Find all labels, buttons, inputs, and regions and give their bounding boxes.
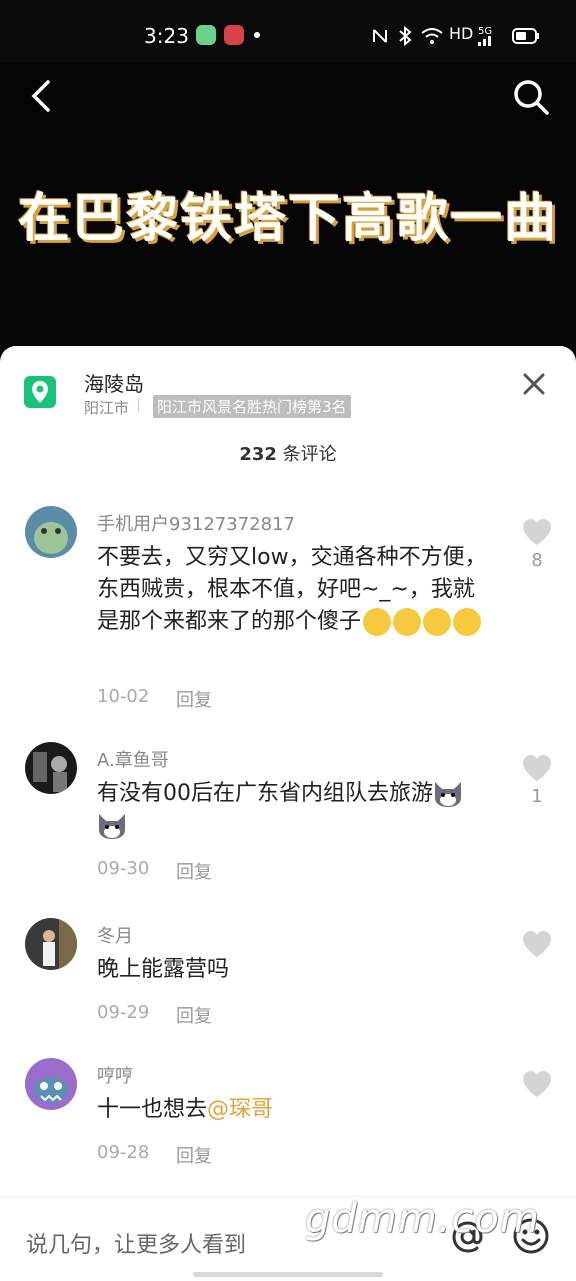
location-divider [138, 398, 139, 412]
laughing-emoji-icon [393, 608, 422, 636]
nfc-icon [373, 29, 387, 43]
close-icon[interactable] [522, 372, 546, 396]
comment-count: 232 条评论 [0, 440, 576, 466]
more-notifications-icon [254, 32, 260, 38]
comment-date: 09-28 [97, 1142, 150, 1163]
husky-emoji-icon [435, 782, 461, 807]
avatar[interactable] [25, 1058, 77, 1110]
comment-item: 手机用户93127372817 不要去，又穷又low，交通各种不方便，东西贼贵，… [0, 506, 576, 726]
comment-text-body: 有没有00后在广东省内组队去旅游 [97, 781, 433, 806]
comment-item: 哼哼 十一也想去@琛哥 09-28 回复 [0, 1058, 576, 1168]
location-pin-icon [24, 376, 56, 408]
notification-app-icon-2 [224, 25, 244, 45]
notification-app-icon [196, 25, 216, 45]
comment-date: 09-30 [97, 858, 150, 879]
reply-button[interactable]: 回复 [176, 1002, 212, 1028]
comment-text: 有没有00后在广东省内组队去旅游 [97, 778, 487, 842]
comment-date: 09-29 [97, 1002, 150, 1023]
avatar[interactable] [25, 506, 77, 558]
comment-input[interactable]: 说几句，让更多人看到 [26, 1227, 246, 1259]
comment-count-label: 条评论 [276, 444, 337, 465]
search-icon[interactable] [512, 78, 550, 116]
home-indicator[interactable] [193, 1272, 383, 1277]
video-caption: 在巴黎铁塔下高歌一曲 [17, 189, 558, 249]
comment-item: A.章鱼哥 有没有00后在广东省内组队去旅游 09-30 回复 1 [0, 742, 576, 884]
laughing-emoji-icon [423, 608, 452, 636]
reply-button[interactable]: 回复 [176, 686, 212, 712]
status-bar: 3:23 HD 5G [0, 0, 576, 62]
comment-item: 冬月 晚上能露营吗 09-29 回复 [0, 918, 576, 1028]
battery-icon [512, 28, 539, 44]
husky-emoji-icon [99, 814, 125, 839]
user-mention-link[interactable]: @琛哥 [207, 1097, 273, 1122]
avatar[interactable] [25, 918, 77, 970]
location-city: 阳江市 [84, 399, 130, 417]
laughing-emoji-icon [363, 608, 392, 636]
comment-text: 不要去，又穷又low，交通各种不方便，东西贼贵，根本不值，好吧~_~，我就是那个… [97, 542, 487, 638]
comment-username[interactable]: 手机用户93127372817 [97, 510, 295, 536]
like-heart-icon[interactable] [522, 930, 552, 958]
reply-button[interactable]: 回复 [176, 858, 212, 884]
comment-date: 10-02 [97, 686, 150, 707]
avatar[interactable] [25, 742, 77, 794]
like-heart-icon[interactable] [522, 1070, 552, 1098]
comment-username[interactable]: A.章鱼哥 [97, 746, 169, 772]
comments-sheet: 海陵岛 阳江市 阳江市风景名胜热门榜第3名 232 条评论 手机用户931273… [0, 346, 576, 1280]
comment-text: 十一也想去@琛哥 [97, 1094, 487, 1126]
like-heart-icon[interactable] [522, 754, 552, 782]
bluetooth-icon [399, 26, 412, 46]
location-name[interactable]: 海陵岛 [84, 368, 144, 397]
like-count: 1 [531, 786, 543, 807]
back-icon[interactable] [24, 78, 60, 114]
network-hd-label: HD [449, 24, 474, 43]
comment-username[interactable]: 哼哼 [97, 1062, 133, 1088]
location-rank-badge[interactable]: 阳江市风景名胜热门榜第3名 [153, 395, 351, 418]
comment-count-number: 232 [239, 444, 277, 465]
like-count: 8 [531, 550, 543, 571]
status-time: 3:23 [144, 24, 189, 48]
comment-text: 晚上能露营吗 [97, 957, 230, 982]
like-heart-icon[interactable] [522, 518, 552, 546]
comment-text-body: 十一也想去 [97, 1097, 208, 1122]
smiling-emoji-icon [453, 608, 482, 636]
wifi-icon [421, 28, 443, 44]
signal-icon [478, 36, 491, 46]
watermark: gdmm.com [305, 1196, 540, 1242]
reply-button[interactable]: 回复 [176, 1142, 212, 1168]
comment-username[interactable]: 冬月 [97, 922, 133, 948]
